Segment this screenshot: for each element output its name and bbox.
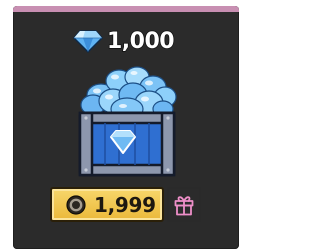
diamond-icon [73,29,103,53]
card-top-accent [13,6,239,12]
offer-amount: 1,000 [73,27,175,55]
gift-icon [174,195,194,215]
coin-icon [66,194,86,215]
buy-button[interactable]: 1,999 [50,187,164,222]
gift-button[interactable] [167,187,201,222]
price-label: 1,999 [94,192,156,217]
amount-label: 1,000 [106,28,175,55]
diamond-offer-card[interactable]: 1,000 1,999 [13,6,239,249]
diamond-chest-icon [67,61,187,184]
